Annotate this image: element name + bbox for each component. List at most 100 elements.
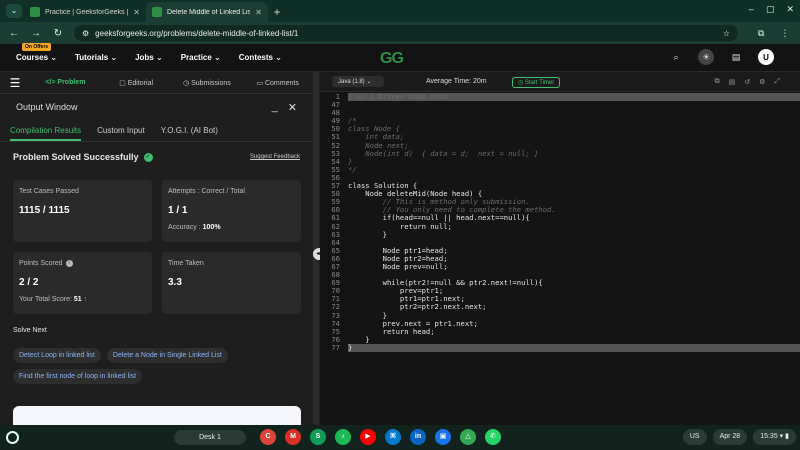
code-area[interactable]: 1} // } Driver Code Ends 47 48 49/* 50 class … — [331, 92, 800, 352]
code-line[interactable]: 63 } — [331, 229, 800, 239]
chrome-icon[interactable]: C — [260, 429, 276, 445]
browser-tab-practice[interactable]: Practice | GeeksforGeeks | A c ✕ — [24, 2, 146, 22]
url-bar[interactable]: ⚙ geeksforgeeks.org/problems/delete-midd… — [74, 25, 738, 41]
code-line[interactable]: 51 int data; — [331, 133, 800, 141]
close-icon[interactable]: ✕ — [288, 101, 297, 114]
launcher-icon[interactable] — [6, 431, 19, 444]
output-window-header: Output Window _ ✕ — [0, 94, 313, 120]
close-window-icon[interactable]: ✕ — [786, 4, 794, 15]
code-line[interactable]: 50 class Node { — [331, 125, 800, 133]
spotify-icon[interactable]: ♪ — [335, 429, 351, 445]
solve-next-item[interactable]: Delete a Node in Single Linked List — [106, 348, 228, 363]
code-line[interactable]: 76 } — [331, 335, 800, 344]
maximize-icon[interactable]: ▢ — [766, 4, 775, 15]
files-icon[interactable]: ▣ — [435, 429, 451, 445]
tab-yogi-bot[interactable]: Y.O.G.I. (AI Bot) — [161, 126, 218, 135]
language-select[interactable]: Java (1.8) ⌄ — [332, 76, 384, 87]
chrome-menu-icon[interactable]: ⋮ — [778, 28, 792, 39]
code-line[interactable]: 48 — [331, 109, 800, 117]
window-controls: – ▢ ✕ — [749, 4, 794, 15]
browser-tab-delete-middle[interactable]: Delete Middle of Linked List | P ✕ — [146, 2, 268, 22]
reset-icon[interactable]: ↺ — [744, 78, 750, 86]
tab-submissions[interactable]: ◷ Submissions — [172, 79, 243, 87]
gmail-icon[interactable]: M — [285, 429, 301, 445]
linkedin-icon[interactable]: in — [410, 429, 426, 445]
close-icon[interactable]: ✕ — [133, 8, 140, 17]
offers-badge: On Offers — [22, 43, 52, 51]
back-icon[interactable]: ← — [8, 28, 20, 39]
browser-tab-strip: ⌄ Practice | GeeksforGeeks | A c ✕ Delet… — [0, 0, 800, 22]
date-indicator[interactable]: Apr 28 — [712, 429, 748, 445]
suggest-feedback-link[interactable]: Suggest Feedback — [250, 154, 300, 160]
drive-icon[interactable]: △ — [460, 429, 476, 445]
code-line[interactable]: 53 Node(int d) { data = d; next = null; … — [331, 149, 800, 158]
solve-next-item[interactable]: Find the first node of loop in linked li… — [13, 369, 143, 384]
system-tray: US Apr 28 15:35 ▾ ▮ — [682, 429, 796, 445]
test-cases-label: Test Cases Passed — [19, 188, 79, 195]
menu-tutorials[interactable]: Tutorials ⌄ — [75, 53, 117, 62]
close-icon[interactable]: ✕ — [255, 8, 262, 17]
points-card: Points Scored i 2 / 2 Your Total Score: … — [13, 252, 152, 314]
start-timer-button[interactable]: ◷ Start Timer — [512, 77, 561, 88]
code-text: } — [348, 229, 387, 239]
sheets-icon[interactable]: S — [310, 429, 326, 445]
code-line[interactable]: 55 */ — [331, 164, 800, 174]
editor-actions: ⧉ ▤ ↺ ⚙ ⤢ — [715, 78, 780, 86]
fullscreen-icon[interactable]: ⤢ — [774, 78, 780, 86]
desk-button[interactable]: Desk 1 — [174, 430, 246, 445]
code-line[interactable]: 62 return null; — [331, 222, 800, 231]
reload-icon[interactable]: ↻ — [52, 28, 64, 39]
site-header-actions: ⌕ ☀ ▤ U — [668, 49, 774, 65]
tab-problem[interactable]: </> Problem — [30, 79, 101, 86]
news-icon[interactable]: ▤ — [728, 49, 744, 65]
code-line[interactable]: 77} — [331, 343, 800, 352]
code-line[interactable]: 72 ptr2=ptr2.next.next; — [331, 303, 800, 311]
menu-practice[interactable]: Practice ⌄ — [181, 53, 221, 62]
tab-compilation-results[interactable]: Compilation Results — [10, 126, 82, 141]
menu-courses[interactable]: On Offers Courses ⌄ — [16, 43, 57, 62]
extensions-icon[interactable]: ⧉ — [754, 28, 768, 39]
vscode-icon[interactable]: ⌘ — [385, 429, 401, 445]
code-line[interactable]: 49/* — [331, 117, 800, 125]
site-info-icon[interactable]: ⚙ — [82, 29, 89, 38]
tab-custom-input[interactable]: Custom Input — [97, 126, 145, 135]
status-area[interactable]: 15:35 ▾ ▮ — [753, 429, 796, 445]
hamburger-menu-icon[interactable]: ☰ — [0, 76, 30, 90]
minimize-icon[interactable]: – — [749, 4, 754, 15]
promo-banner[interactable] — [13, 406, 301, 425]
theme-toggle-icon[interactable]: ☀ — [698, 49, 714, 65]
forward-icon[interactable]: → — [30, 28, 42, 39]
menu-contests[interactable]: Contests ⌄ — [239, 53, 282, 62]
time-value: 3.3 — [168, 277, 182, 288]
code-text: */ — [348, 164, 357, 174]
info-icon[interactable]: i — [65, 260, 73, 267]
line-number: 77 — [331, 342, 340, 352]
menu-jobs[interactable]: Jobs ⌄ — [135, 53, 163, 62]
copy-icon[interactable]: ⧉ — [715, 78, 720, 86]
locale-indicator[interactable]: US — [682, 429, 707, 445]
search-icon[interactable]: ⌕ — [668, 49, 684, 65]
new-tab-icon[interactable]: + — [268, 2, 286, 22]
file-icon[interactable]: ▤ — [729, 78, 736, 86]
code-line[interactable]: 67 Node prev=null; — [331, 262, 800, 271]
minimize-icon[interactable]: _ — [272, 101, 278, 114]
youtube-icon[interactable]: ▶ — [360, 429, 376, 445]
solve-next-item[interactable]: Detect Loop in linked list — [13, 348, 101, 363]
tab-comments[interactable]: ▭ Comments — [242, 79, 313, 87]
result-tabs: Compilation Results Custom Input Y.O.G.I… — [0, 120, 313, 142]
avatar[interactable]: U — [758, 49, 774, 65]
accuracy: Accuracy : 100% — [168, 224, 221, 231]
code-line[interactable]: 1} // } Driver Code Ends — [336, 92, 800, 102]
points-value: 2 / 2 — [19, 277, 39, 288]
code-line[interactable]: 54} — [331, 157, 800, 166]
total-score: Your Total Score: 51 ↑ — [19, 296, 88, 303]
settings-icon[interactable]: ⚙ — [759, 78, 765, 86]
bookmark-star-icon[interactable]: ☆ — [723, 29, 730, 38]
problem-tabs: ☰ </> Problem ▢ Editorial ◷ Submissions … — [0, 72, 313, 94]
tab-editorial[interactable]: ▢ Editorial — [101, 79, 172, 87]
code-line[interactable]: 47 — [331, 100, 800, 109]
gfg-logo[interactable]: GG — [380, 50, 404, 68]
code-line[interactable]: 75 return head; — [331, 327, 800, 336]
tab-search-icon[interactable]: ⌄ — [6, 4, 22, 18]
whatsapp-icon[interactable]: ✆ — [485, 429, 501, 445]
